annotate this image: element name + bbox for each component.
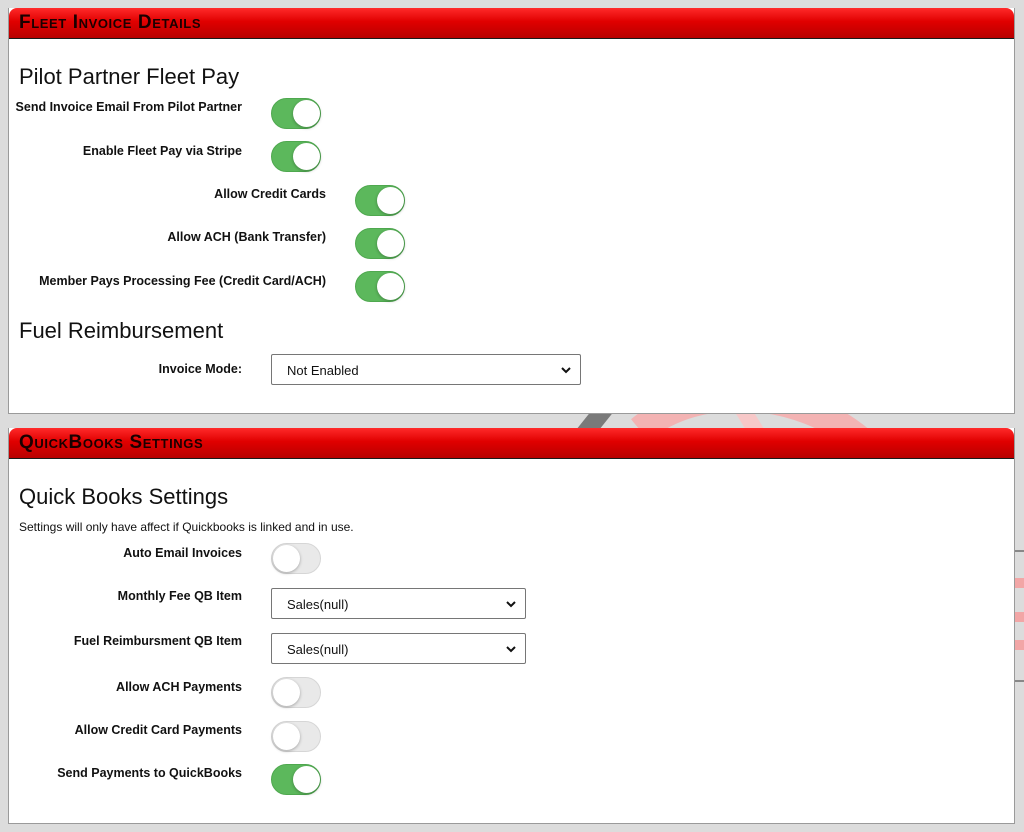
fleet-invoice-panel: Fleet Invoice Details Pilot Partner Flee… — [8, 8, 1015, 414]
toggle-knob — [377, 187, 404, 214]
quickbooks-panel: QuickBooks Settings Quick Books Settings… — [8, 428, 1015, 824]
toggle-knob — [377, 230, 404, 257]
allow-credit-cards-label: Allow Credit Cards — [214, 187, 326, 201]
toggle-knob — [377, 273, 404, 300]
member-pays-fee-toggle[interactable] — [355, 271, 405, 302]
allow-ach-payments-toggle[interactable] — [271, 677, 321, 708]
chevron-down-icon — [506, 646, 516, 653]
allow-ach-toggle[interactable] — [355, 228, 405, 259]
allow-credit-card-payments-label: Allow Credit Card Payments — [74, 723, 242, 737]
invoice-mode-value: Not Enabled — [287, 363, 359, 378]
send-invoice-email-label: Send Invoice Email From Pilot Partner — [15, 100, 242, 114]
quickbooks-header-title: QuickBooks Settings — [19, 432, 204, 453]
enable-fleet-pay-label: Enable Fleet Pay via Stripe — [82, 144, 242, 158]
send-invoice-email-toggle[interactable] — [271, 98, 321, 129]
monthly-fee-qb-item-select[interactable]: Sales(null) — [271, 588, 526, 619]
auto-email-invoices-label: Auto Email Invoices — [123, 546, 242, 560]
invoice-mode-label: Invoice Mode: — [158, 362, 242, 376]
quickbooks-title: Quick Books Settings — [19, 484, 229, 509]
monthly-fee-qb-item-value: Sales(null) — [287, 597, 349, 612]
toggle-knob — [293, 143, 320, 170]
toggle-knob — [273, 723, 300, 750]
auto-email-invoices-toggle[interactable] — [271, 543, 321, 574]
pilot-partner-title: Pilot Partner Fleet Pay — [19, 64, 240, 89]
quickbooks-header: QuickBooks Settings — [9, 428, 1014, 459]
allow-ach-payments-label: Allow ACH Payments — [116, 680, 242, 694]
send-payments-to-quickbooks-label: Send Payments to QuickBooks — [57, 766, 242, 780]
fuel-reimbursment-qb-item-select[interactable]: Sales(null) — [271, 633, 526, 664]
fuel-reimbursment-qb-item-label: Fuel Reimbursment QB Item — [73, 634, 242, 648]
member-pays-fee-label: Member Pays Processing Fee (Credit Card/… — [39, 274, 326, 288]
toggle-knob — [273, 545, 300, 572]
fuel-reimbursment-qb-item-value: Sales(null) — [287, 642, 349, 657]
allow-credit-cards-toggle[interactable] — [355, 185, 405, 216]
allow-ach-label: Allow ACH (Bank Transfer) — [167, 230, 326, 244]
chevron-down-icon — [561, 367, 571, 374]
fleet-invoice-header: Fleet Invoice Details — [9, 8, 1014, 39]
enable-fleet-pay-toggle[interactable] — [271, 141, 321, 172]
fuel-reimbursement-title: Fuel Reimbursement — [19, 318, 224, 343]
toggle-knob — [273, 679, 300, 706]
quickbooks-note: Settings will only have affect if Quickb… — [19, 520, 354, 534]
allow-credit-card-payments-toggle[interactable] — [271, 721, 321, 752]
send-payments-to-quickbooks-toggle[interactable] — [271, 764, 321, 795]
toggle-knob — [293, 100, 320, 127]
invoice-mode-select[interactable]: Not Enabled — [271, 354, 581, 385]
monthly-fee-qb-item-label: Monthly Fee QB Item — [117, 589, 242, 603]
chevron-down-icon — [506, 601, 516, 608]
toggle-knob — [293, 766, 320, 793]
fleet-invoice-header-title: Fleet Invoice Details — [19, 12, 202, 33]
